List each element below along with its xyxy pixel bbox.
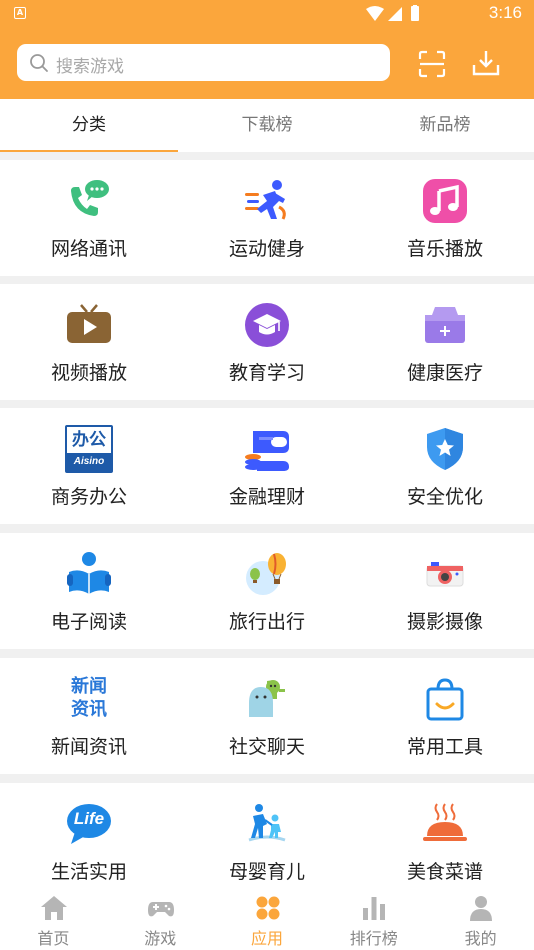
category-label: 教育学习 [228,362,305,384]
category-video-player[interactable]: 视频播放 [0,284,178,400]
music-note-icon [423,179,467,223]
tab-category[interactable]: 分类 [0,99,178,152]
category-travel[interactable]: 旅行出行 [178,533,356,649]
shopping-bag-icon [426,678,464,721]
scan-icon[interactable] [418,50,446,78]
user-icon [470,896,493,921]
medical-kit-icon [425,307,465,343]
category-label: 运动健身 [228,238,305,260]
category-social-chat[interactable]: 社交聊天 [178,658,356,774]
status-bar: A 3:16 [0,0,534,28]
category-finance[interactable]: 金融理财 [178,408,356,524]
office-aisino-icon: 办公 Aisino [65,425,113,473]
social-figures-icon [249,680,285,717]
nav-label: 应用 [250,929,283,948]
category-row: 电子阅读 旅行出行 摄影摄像 [0,533,534,649]
category-business-office[interactable]: 办公 Aisino 商务办公 [0,408,178,524]
category-row: 办公 Aisino 商务办公 金融理财 安全优化 [0,408,534,524]
gamepad-icon [147,902,174,917]
aisino-icon-text: Aisino [67,453,111,471]
nav-label: 游戏 [144,929,177,948]
reader-book-icon [67,552,111,594]
news-icon-line2: 资讯 [71,699,107,720]
top-header: A 3:16 搜索游戏 [0,0,534,99]
download-icon[interactable] [471,48,501,78]
running-icon [245,180,286,220]
category-label: 新闻资讯 [50,736,127,758]
category-food-recipe[interactable]: 美食菜谱 [356,783,534,899]
nav-mine[interactable]: 我的 [427,884,534,950]
status-time: 3:16 [488,3,522,22]
home-icon [41,896,67,920]
tab-indicator [0,150,178,152]
nav-label: 排行榜 [349,929,398,948]
nav-label: 首页 [37,929,70,948]
category-common-tools[interactable]: 常用工具 [356,658,534,774]
category-label: 网络通讯 [50,238,127,260]
category-tabs: 分类 下载榜 新品榜 [0,99,534,152]
category-label: 健康医疗 [406,362,483,384]
search-input[interactable]: 搜索游戏 [17,44,390,81]
category-news[interactable]: 新闻 资讯 新闻资讯 [0,658,178,774]
graduation-cap-icon [245,303,289,347]
tab-download-rank[interactable]: 下载榜 [178,99,356,152]
category-health-medical[interactable]: 健康医疗 [356,284,534,400]
camera-icon [426,562,464,587]
food-cloche-icon [423,803,467,841]
category-label: 旅行出行 [228,611,305,633]
tab-new-rank[interactable]: 新品榜 [356,99,534,152]
apps-grid-icon [256,896,280,920]
news-text-icon: 新闻 资讯 [65,675,113,723]
nav-ranking[interactable]: 排行榜 [320,884,427,950]
category-row: 视频播放 教育学习 健康医疗 [0,284,534,400]
news-icon-line1: 新闻 [71,676,107,697]
life-bubble-icon: Life [65,800,113,848]
nav-games[interactable]: 游戏 [107,884,214,950]
category-label: 商务办公 [50,486,127,508]
status-icons [366,5,419,21]
category-label: 音乐播放 [406,238,483,260]
category-label: 常用工具 [406,736,483,758]
life-icon-text: Life [73,809,105,828]
category-security[interactable]: 安全优化 [356,408,534,524]
category-label: 母婴育儿 [228,861,305,883]
app-notification-icon: A [14,7,26,19]
category-label: 金融理财 [228,486,305,508]
nav-apps[interactable]: 应用 [214,884,321,950]
category-row: Life 生活实用 母婴育儿 美食菜谱 [0,783,534,884]
bar-chart-icon [363,897,386,920]
phone-chat-icon [71,180,109,216]
search-placeholder: 搜索游戏 [56,57,124,77]
category-row: 网络通讯 运动健身 音乐播放 [0,160,534,276]
category-music-player[interactable]: 音乐播放 [356,160,534,276]
bottom-nav: 首页 游戏 应用 排行榜 我的 [0,884,534,950]
category-label: 安全优化 [406,486,483,508]
category-education[interactable]: 教育学习 [178,284,356,400]
tv-play-icon [67,304,111,343]
category-network-communication[interactable]: 网络通讯 [0,160,178,276]
category-label: 视频播放 [50,362,127,384]
category-row: 新闻 资讯 新闻资讯 社交聊天 常用工具 [0,658,534,774]
category-e-reading[interactable]: 电子阅读 [0,533,178,649]
office-icon-text: 办公 [72,430,106,450]
nav-home[interactable]: 首页 [0,884,107,950]
shield-star-icon [427,428,463,470]
wallet-coins-icon [245,431,289,471]
category-maternal-baby[interactable]: 母婴育儿 [178,783,356,899]
balloon-travel-icon [246,553,286,595]
category-label: 美食菜谱 [406,861,483,883]
category-photography[interactable]: 摄影摄像 [356,533,534,649]
parent-child-icon [248,804,286,842]
nav-label: 我的 [464,929,497,948]
search-icon [30,54,48,72]
category-sports-fitness[interactable]: 运动健身 [178,160,356,276]
category-life-utility[interactable]: Life 生活实用 [0,783,178,899]
category-label: 生活实用 [50,861,127,883]
category-label: 摄影摄像 [406,611,483,633]
category-label: 社交聊天 [228,736,305,758]
category-label: 电子阅读 [50,611,127,633]
